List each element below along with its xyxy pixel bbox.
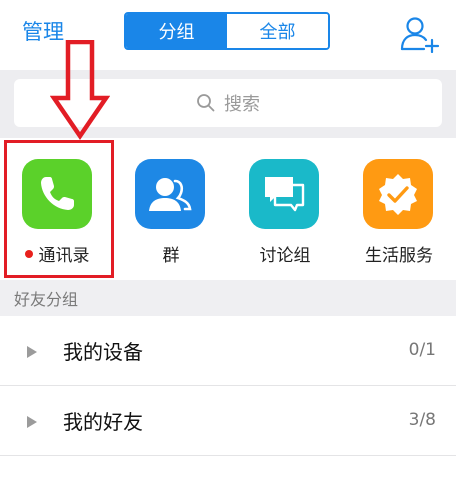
tab-groups[interactable]: 分组 [126, 14, 227, 48]
group-count: 3/8 [408, 410, 436, 430]
section-title: 好友分组 [14, 290, 79, 309]
view-segmented-control: 分组 全部 [124, 12, 330, 50]
life-services-label: 生活服务 [365, 246, 433, 266]
group-name: 我的设备 [63, 340, 143, 364]
group-row-friends[interactable]: 我的好友 3/8 [0, 386, 456, 456]
expand-triangle-icon [27, 416, 37, 428]
highlight-box [4, 140, 114, 278]
tab-all[interactable]: 全部 [227, 14, 328, 48]
section-header: 好友分组 [0, 280, 456, 316]
discussion-shortcut[interactable]: 讨论组 [228, 138, 342, 280]
life-services-shortcut[interactable]: 生活服务 [342, 138, 456, 280]
groups-shortcut[interactable]: 群 [114, 138, 228, 280]
search-placeholder: 搜索 [224, 94, 260, 115]
group-row-devices[interactable]: 我的设备 0/1 [0, 316, 456, 386]
expand-triangle-icon [27, 346, 37, 358]
group-count: 0/1 [408, 340, 436, 360]
group-name: 我的好友 [63, 410, 143, 434]
chat-bubbles-icon [249, 159, 319, 229]
search-icon [197, 94, 215, 112]
discussion-label: 讨论组 [259, 246, 311, 266]
down-arrow-icon [50, 40, 110, 140]
add-contact-icon[interactable] [400, 15, 442, 53]
service-badge-icon [363, 159, 433, 229]
groups-label: 群 [162, 246, 180, 266]
group-icon [135, 159, 205, 229]
